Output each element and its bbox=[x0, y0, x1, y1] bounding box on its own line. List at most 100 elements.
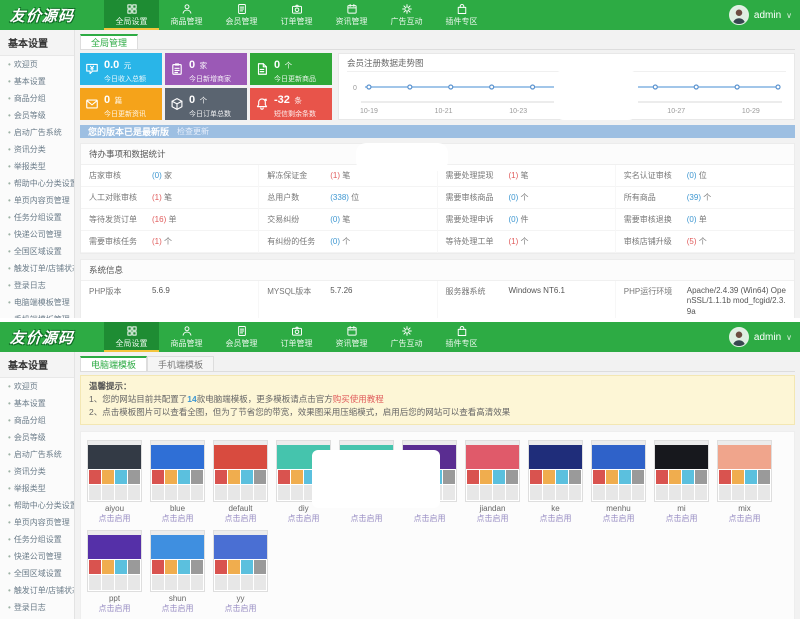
todo-stat-value[interactable]: (0) bbox=[330, 237, 340, 246]
enable-template-link[interactable]: 点击启用 bbox=[591, 513, 646, 524]
tab-global-manage[interactable]: 全局管理 bbox=[80, 34, 138, 49]
sidebar-item[interactable]: •启动广告系统 bbox=[0, 446, 74, 463]
enable-template-link[interactable]: 点击启用 bbox=[213, 513, 268, 524]
nav-item[interactable]: 会员管理 bbox=[214, 322, 269, 352]
todo-stat-value[interactable]: (0) bbox=[687, 215, 697, 224]
brand-logo[interactable]: 友价源码 bbox=[0, 322, 105, 352]
template-thumbnail[interactable] bbox=[654, 440, 709, 502]
user-menu[interactable]: admin ∨ bbox=[729, 0, 792, 30]
avatar[interactable] bbox=[729, 327, 749, 347]
sidebar-item[interactable]: •欢迎页 bbox=[0, 56, 74, 73]
enable-template-link[interactable]: 点击启用 bbox=[213, 603, 268, 614]
enable-template-link[interactable]: 点击启用 bbox=[87, 513, 142, 524]
template-thumbnail[interactable] bbox=[150, 530, 205, 592]
enable-template-link[interactable]: 点击启用 bbox=[402, 513, 457, 524]
sidebar-item[interactable]: •全国区域设置 bbox=[0, 565, 74, 582]
nav-item[interactable]: 商品管理 bbox=[159, 0, 214, 30]
todo-stat-value[interactable]: (0) bbox=[687, 171, 697, 180]
sidebar-item[interactable]: •举报类型 bbox=[0, 158, 74, 175]
todo-stat-value[interactable]: (5) bbox=[687, 237, 697, 246]
nav-item[interactable]: 订单管理 bbox=[269, 322, 324, 352]
sidebar-item[interactable]: •快递公司管理 bbox=[0, 548, 74, 565]
sidebar-item[interactable]: •商品分组 bbox=[0, 412, 74, 429]
user-menu[interactable]: admin ∨ bbox=[729, 322, 792, 352]
buy-link[interactable]: 购买使用教程 bbox=[333, 394, 384, 404]
sidebar-item[interactable]: •单页内容页管理 bbox=[0, 514, 74, 531]
nav-item[interactable]: 订单管理 bbox=[269, 0, 324, 30]
template-thumbnail[interactable] bbox=[465, 440, 520, 502]
sidebar-item[interactable]: •登录日志 bbox=[0, 599, 74, 616]
thumbnail-blocks bbox=[466, 469, 519, 501]
sidebar-item[interactable]: •快递公司管理 bbox=[0, 226, 74, 243]
enable-template-link[interactable]: 点击启用 bbox=[654, 513, 709, 524]
sidebar-item[interactable]: •资讯分类 bbox=[0, 141, 74, 158]
sidebar-item[interactable]: •商品分组 bbox=[0, 90, 74, 107]
template-thumbnail[interactable] bbox=[87, 440, 142, 502]
todo-stat-value[interactable]: (0) bbox=[509, 215, 519, 224]
todo-stat-value[interactable]: (0) bbox=[509, 193, 519, 202]
enable-template-link[interactable]: 点击启用 bbox=[528, 513, 583, 524]
sidebar-item[interactable]: •基本设置 bbox=[0, 73, 74, 90]
avatar[interactable] bbox=[729, 5, 749, 25]
brand-logo[interactable]: 友价源码 bbox=[0, 0, 105, 30]
sidebar-item[interactable]: •帮助中心分类设置 bbox=[0, 497, 74, 514]
sidebar-item[interactable]: •基本设置 bbox=[0, 395, 74, 412]
nav-item[interactable]: 全局设置 bbox=[104, 0, 159, 30]
enable-template-link[interactable]: 点击启用 bbox=[465, 513, 520, 524]
template-thumbnail[interactable] bbox=[87, 530, 142, 592]
sidebar-item[interactable]: •任务分组设置 bbox=[0, 531, 74, 548]
sidebar-item[interactable]: •举报类型 bbox=[0, 480, 74, 497]
sidebar-item[interactable]: •全国区域设置 bbox=[0, 243, 74, 260]
sidebar-item[interactable]: •手机端模板管理 bbox=[0, 311, 74, 318]
enable-template-link[interactable]: 点击启用 bbox=[717, 513, 772, 524]
bullet-icon: • bbox=[8, 315, 11, 318]
template-thumbnail[interactable] bbox=[150, 440, 205, 502]
nav-item[interactable]: 全局设置 bbox=[104, 322, 159, 352]
template-thumbnail[interactable] bbox=[213, 440, 268, 502]
template-thumbnail[interactable] bbox=[213, 530, 268, 592]
enable-template-link[interactable]: 点击启用 bbox=[276, 513, 331, 524]
todo-stat-value[interactable]: (39) bbox=[687, 193, 701, 202]
todo-stat-value[interactable]: (1) bbox=[152, 193, 162, 202]
sidebar-item[interactable]: •会员等级 bbox=[0, 107, 74, 124]
nav-item[interactable]: 资讯管理 bbox=[324, 322, 379, 352]
check-update-link[interactable]: 检查更新 bbox=[177, 126, 209, 137]
nav-item[interactable]: 商品管理 bbox=[159, 322, 214, 352]
enable-template-link[interactable]: 点击启用 bbox=[150, 603, 205, 614]
sidebar-item-label: 基本设置 bbox=[14, 77, 46, 86]
template-thumbnail[interactable] bbox=[528, 440, 583, 502]
template-thumbnail[interactable] bbox=[591, 440, 646, 502]
nav-item[interactable]: 资讯管理 bbox=[324, 0, 379, 30]
sidebar-item[interactable]: •会员等级 bbox=[0, 429, 74, 446]
todo-stat-value[interactable]: (338) bbox=[330, 193, 349, 202]
tab[interactable]: 手机端模板 bbox=[147, 356, 214, 371]
sidebar-item[interactable]: •触发订单/店铺状态 bbox=[0, 582, 74, 599]
todo-stat-value[interactable]: (0) bbox=[330, 215, 340, 224]
sidebar-item[interactable]: •帮助中心分类设置 bbox=[0, 175, 74, 192]
enable-template-link[interactable]: 点击启用 bbox=[339, 513, 394, 524]
enable-template-link[interactable]: 点击启用 bbox=[150, 513, 205, 524]
nav-item[interactable]: 广告互动 bbox=[379, 0, 434, 30]
sidebar-item[interactable]: •触发订单/店铺状态 bbox=[0, 260, 74, 277]
sidebar-item[interactable]: •任务分组设置 bbox=[0, 209, 74, 226]
sidebar-item[interactable]: •单页内容页管理 bbox=[0, 192, 74, 209]
sidebar-item[interactable]: •启动广告系统 bbox=[0, 124, 74, 141]
todo-stat-value[interactable]: (16) bbox=[152, 215, 166, 224]
template-thumbnail[interactable] bbox=[717, 440, 772, 502]
todo-stat-value[interactable]: (0) bbox=[152, 171, 162, 180]
nav-item-label: 会员管理 bbox=[226, 338, 258, 349]
sidebar-item[interactable]: •电脑端模板管理 bbox=[0, 294, 74, 311]
todo-stat-value[interactable]: (1) bbox=[509, 171, 519, 180]
sidebar-item[interactable]: •登录日志 bbox=[0, 277, 74, 294]
todo-stat-value[interactable]: (1) bbox=[509, 237, 519, 246]
todo-stat-value[interactable]: (1) bbox=[330, 171, 340, 180]
nav-item[interactable]: 插件专区 bbox=[434, 0, 489, 30]
nav-item[interactable]: 插件专区 bbox=[434, 322, 489, 352]
todo-stat-value[interactable]: (1) bbox=[152, 237, 162, 246]
nav-item[interactable]: 广告互动 bbox=[379, 322, 434, 352]
enable-template-link[interactable]: 点击启用 bbox=[87, 603, 142, 614]
tab[interactable]: 电脑端模板 bbox=[80, 356, 147, 371]
sidebar-item[interactable]: •欢迎页 bbox=[0, 378, 74, 395]
sidebar-item[interactable]: •资讯分类 bbox=[0, 463, 74, 480]
nav-item[interactable]: 会员管理 bbox=[214, 0, 269, 30]
